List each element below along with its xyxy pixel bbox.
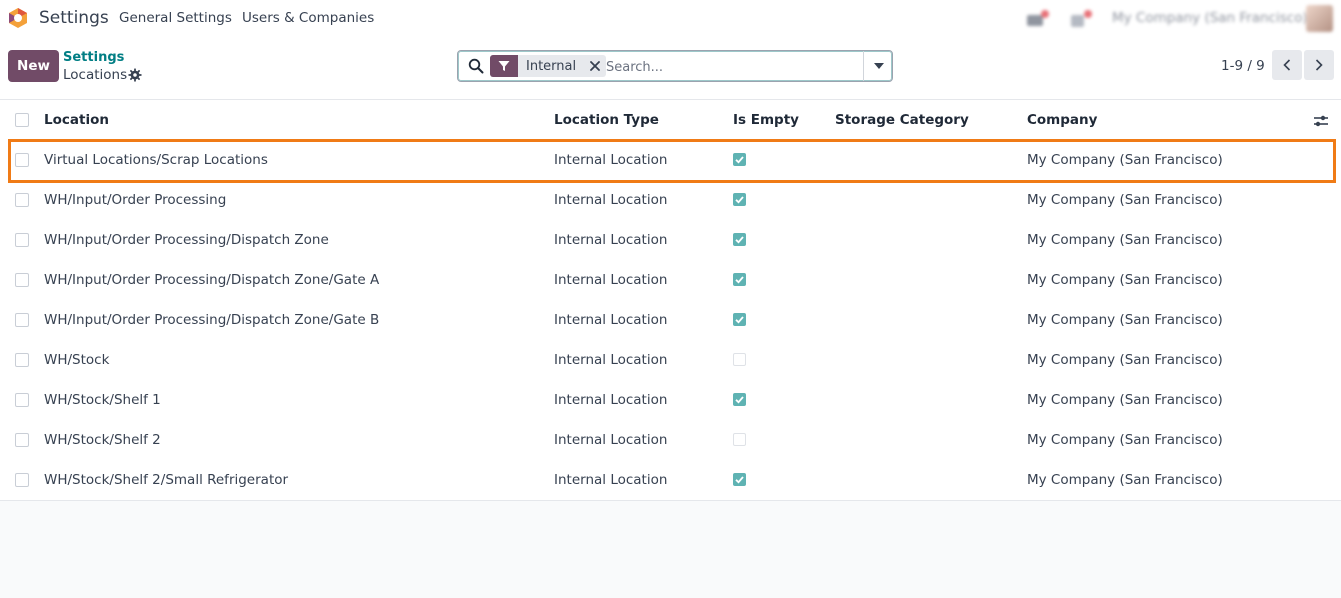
cell-location: WH/Stock/Shelf 2	[44, 432, 161, 448]
cell-company: My Company (San Francisco)	[1027, 272, 1223, 288]
top-navbar: Settings General Settings Users & Compan…	[0, 0, 1341, 37]
breadcrumb-settings[interactable]: Settings	[63, 50, 124, 65]
cell-location-type: Internal Location	[554, 152, 668, 168]
search-input[interactable]	[604, 55, 858, 79]
cell-company: My Company (San Francisco)	[1027, 312, 1223, 328]
pager-value[interactable]: 1-9 / 9	[1221, 58, 1265, 74]
search-facet: Internal	[490, 55, 607, 77]
search-bar: Internal	[457, 50, 893, 82]
cell-company: My Company (San Francisco)	[1027, 472, 1223, 488]
caret-down-icon	[873, 63, 884, 69]
search-icon[interactable]	[468, 58, 484, 74]
table-header: Location Location Type Is Empty Storage …	[0, 100, 1341, 141]
cell-company: My Company (San Francisco)	[1027, 352, 1223, 368]
filter-icon	[490, 55, 518, 77]
pager-previous[interactable]	[1272, 50, 1302, 80]
cell-company: My Company (San Francisco)	[1027, 392, 1223, 408]
cell-location-type: Internal Location	[554, 272, 668, 288]
is-empty-checkbox	[733, 273, 746, 286]
menu-general-settings[interactable]: General Settings	[119, 10, 232, 26]
cell-location: WH/Input/Order Processing/Dispatch Zone	[44, 232, 329, 248]
cell-location: Virtual Locations/Scrap Locations	[44, 152, 268, 168]
menu-users-companies[interactable]: Users & Companies	[242, 10, 374, 26]
cell-location-type: Internal Location	[554, 352, 668, 368]
table-row[interactable]: WH/Input/Order Processing Internal Locat…	[0, 180, 1341, 221]
column-storage-category[interactable]: Storage Category	[835, 112, 969, 128]
select-all-checkbox[interactable]	[15, 113, 29, 127]
is-empty-checkbox	[733, 153, 746, 166]
row-checkbox[interactable]	[15, 353, 29, 367]
column-location[interactable]: Location	[44, 112, 109, 128]
app-name[interactable]: Settings	[39, 8, 109, 28]
is-empty-checkbox	[733, 433, 746, 446]
search-options-toggle[interactable]	[863, 51, 893, 81]
gear-icon[interactable]	[128, 68, 142, 82]
cell-location-type: Internal Location	[554, 192, 668, 208]
activity-icon[interactable]	[1069, 9, 1095, 29]
is-empty-checkbox	[733, 393, 746, 406]
cell-company: My Company (San Francisco)	[1027, 192, 1223, 208]
is-empty-checkbox	[733, 193, 746, 206]
column-is-empty[interactable]: Is Empty	[733, 112, 799, 128]
user-avatar[interactable]	[1306, 5, 1333, 32]
table-row[interactable]: WH/Stock/Shelf 2 Internal Location My Co…	[0, 420, 1341, 461]
cell-location: WH/Stock	[44, 352, 110, 368]
row-checkbox[interactable]	[15, 473, 29, 487]
column-company[interactable]: Company	[1027, 112, 1097, 128]
row-checkbox[interactable]	[15, 313, 29, 327]
cell-company: My Company (San Francisco)	[1027, 232, 1223, 248]
table-row[interactable]: WH/Input/Order Processing/Dispatch Zone …	[0, 220, 1341, 261]
pager-next[interactable]	[1304, 50, 1334, 80]
app-logo-icon[interactable]	[7, 7, 29, 29]
cell-location-type: Internal Location	[554, 392, 668, 408]
cell-company: My Company (San Francisco)	[1027, 432, 1223, 448]
cell-location-type: Internal Location	[554, 232, 668, 248]
cell-location-type: Internal Location	[554, 472, 668, 488]
table-row[interactable]: WH/Stock/Shelf 1 Internal Location My Co…	[0, 380, 1341, 421]
facet-label: Internal	[526, 58, 577, 74]
cell-location-type: Internal Location	[554, 312, 668, 328]
row-checkbox[interactable]	[15, 433, 29, 447]
chevron-right-icon	[1315, 59, 1323, 71]
table-row[interactable]: WH/Stock/Shelf 2/Small Refrigerator Inte…	[0, 460, 1341, 501]
chat-icon[interactable]	[1025, 9, 1051, 29]
row-checkbox[interactable]	[15, 393, 29, 407]
is-empty-checkbox	[733, 233, 746, 246]
is-empty-checkbox	[733, 473, 746, 486]
cell-location: WH/Stock/Shelf 2/Small Refrigerator	[44, 472, 289, 488]
close-icon[interactable]	[584, 55, 606, 77]
cell-location-type: Internal Location	[554, 432, 668, 448]
cell-company: My Company (San Francisco)	[1027, 152, 1223, 168]
is-empty-checkbox	[733, 313, 746, 326]
breadcrumb-current: Locations	[63, 67, 128, 83]
row-checkbox[interactable]	[15, 193, 29, 207]
is-empty-checkbox	[733, 353, 746, 366]
row-checkbox[interactable]	[15, 273, 29, 287]
cell-location: WH/Input/Order Processing	[44, 192, 227, 208]
control-panel: New Settings Locations Internal Search..…	[0, 37, 1341, 100]
row-checkbox[interactable]	[15, 233, 29, 247]
new-button[interactable]: New	[8, 50, 59, 82]
table-row[interactable]: WH/Input/Order Processing/Dispatch Zone/…	[0, 260, 1341, 301]
table-row[interactable]: WH/Input/Order Processing/Dispatch Zone/…	[0, 300, 1341, 341]
optional-columns-icon[interactable]	[1313, 113, 1329, 129]
cell-location: WH/Input/Order Processing/Dispatch Zone/…	[44, 312, 380, 328]
cell-location: WH/Input/Order Processing/Dispatch Zone/…	[44, 272, 380, 288]
cell-location: WH/Stock/Shelf 1	[44, 392, 161, 408]
company-switcher[interactable]: My Company (San Francisco)	[1112, 10, 1308, 26]
row-checkbox[interactable]	[15, 153, 29, 167]
table-row[interactable]: Virtual Locations/Scrap Locations Intern…	[0, 140, 1341, 181]
column-location-type[interactable]: Location Type	[554, 112, 659, 128]
chevron-left-icon	[1283, 59, 1291, 71]
table-row[interactable]: WH/Stock Internal Location My Company (S…	[0, 340, 1341, 381]
